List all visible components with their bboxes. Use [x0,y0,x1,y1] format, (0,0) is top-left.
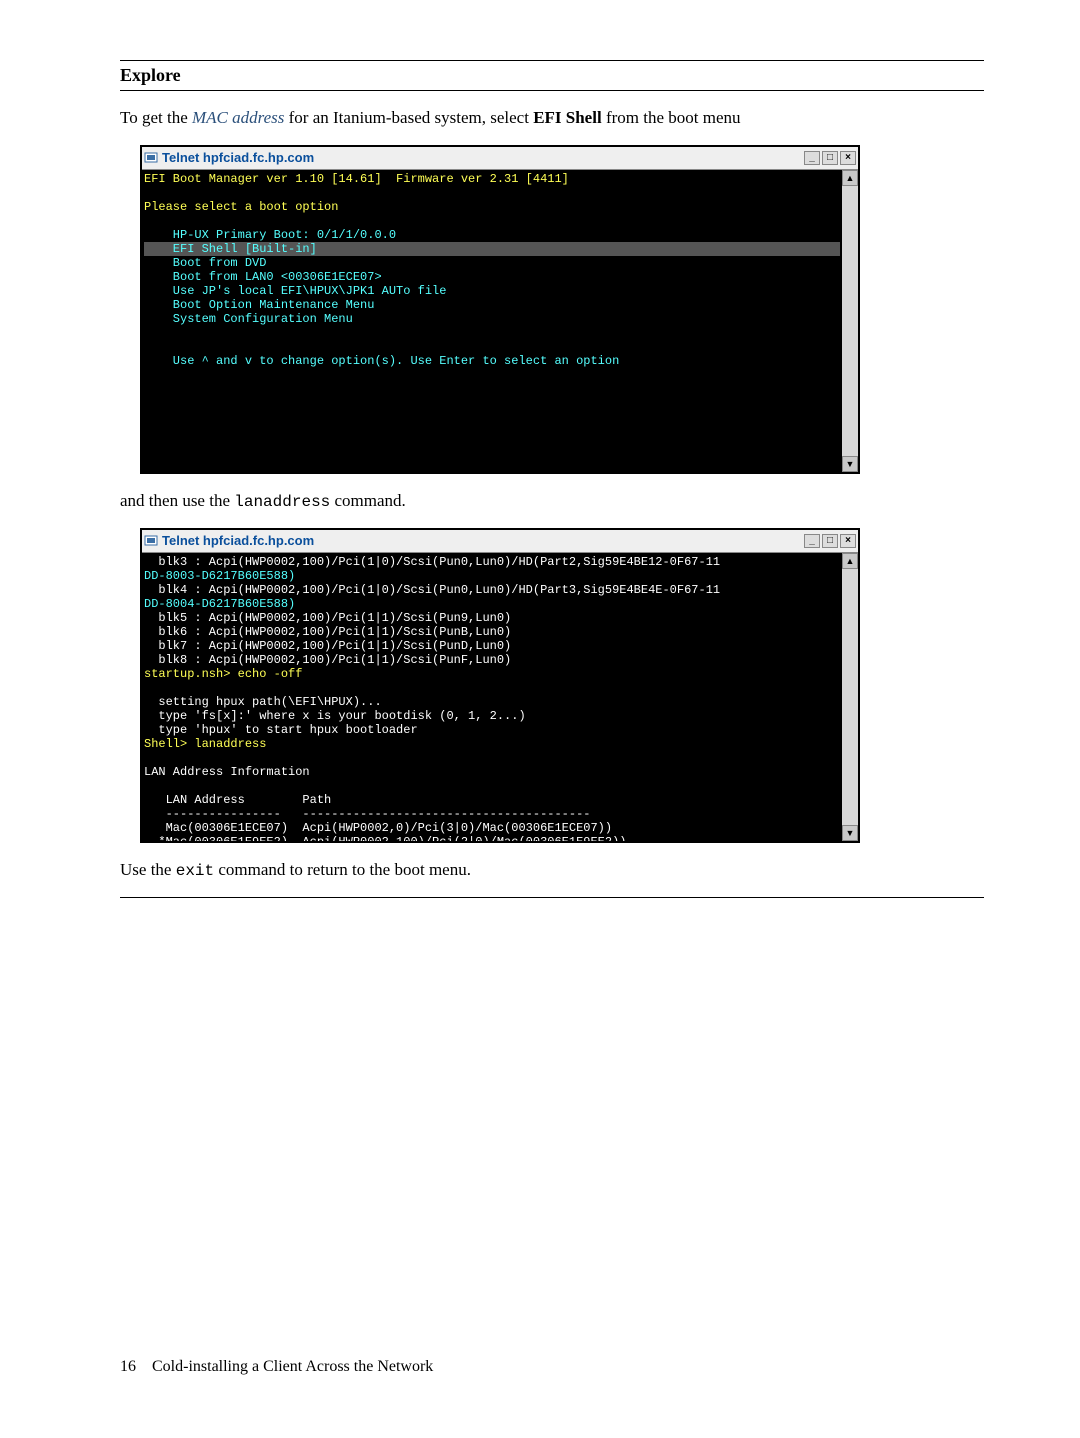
terminal-titlebar: Telnet hpfciad.fc.hp.com _ □ × [142,530,858,553]
terminal-window-2: Telnet hpfciad.fc.hp.com _ □ × blk3 : Ac… [140,528,860,843]
terminal-line: *Mac(00306E1E9EE2) Acpi(HWP0002,100)/Pci… [144,835,840,841]
terminal-line: DD-8004-D6217B60E588) [144,597,840,611]
terminal-window-1: Telnet hpfciad.fc.hp.com _ □ × EFI Boot … [140,145,860,474]
terminal-line [144,186,840,200]
window-buttons: _ □ × [804,151,856,165]
terminal-line: startup.nsh> echo -off [144,667,840,681]
terminal-line: setting hpux path(\EFI\HPUX)... [144,695,840,709]
scroll-down-button[interactable]: ▼ [842,825,858,841]
terminal-line: Boot from LAN0 <00306E1ECE07> [144,270,840,284]
terminal-title: Telnet hpfciad.fc.hp.com [162,533,804,548]
terminal-line: Mac(00306E1ECE07) Acpi(HWP0002,0)/Pci(3|… [144,821,840,835]
terminal-line: blk4 : Acpi(HWP0002,100)/Pci(1|0)/Scsi(P… [144,583,840,597]
closing-text: command to return to the boot menu. [214,860,471,879]
terminal-line: EFI Shell [Built-in] [144,242,840,256]
scrollbar[interactable]: ▲ ▼ [842,553,858,841]
closing-text: Use the [120,860,176,879]
terminal-line: blk3 : Acpi(HWP0002,100)/Pci(1|0)/Scsi(P… [144,555,840,569]
page-footer: 16 Cold-installing a Client Across the N… [120,1358,984,1376]
terminal-line: blk5 : Acpi(HWP0002,100)/Pci(1|1)/Scsi(P… [144,611,840,625]
maximize-button[interactable]: □ [822,534,838,548]
terminal-body: blk3 : Acpi(HWP0002,100)/Pci(1|0)/Scsi(P… [142,553,858,841]
terminal-line: blk7 : Acpi(HWP0002,100)/Pci(1|1)/Scsi(P… [144,639,840,653]
terminal-line: ---------------- -----------------------… [144,807,840,821]
middle-text: command. [330,491,406,510]
terminal-content: EFI Boot Manager ver 1.10 [14.61] Firmwa… [142,170,842,472]
terminal-line: type 'fs[x]:' where x is your bootdisk (… [144,709,840,723]
terminal-body: EFI Boot Manager ver 1.10 [14.61] Firmwa… [142,170,858,472]
intro-text: To get the [120,108,192,127]
scroll-up-button[interactable]: ▲ [842,170,858,186]
terminal-titlebar: Telnet hpfciad.fc.hp.com _ □ × [142,147,858,170]
code-lanaddress: lanaddress [234,493,330,511]
terminal-line: Use JP's local EFI\HPUX\JPK1 AUTo file [144,284,840,298]
section-heading: Explore [120,65,984,86]
scroll-track[interactable] [842,186,858,456]
scroll-track[interactable] [842,569,858,825]
terminal-line: blk8 : Acpi(HWP0002,100)/Pci(1|1)/Scsi(P… [144,653,840,667]
terminal-line [144,326,840,340]
scrollbar[interactable]: ▲ ▼ [842,170,858,472]
middle-paragraph: and then use the lanaddress command. [120,488,984,514]
footer-title: Cold-installing a Client Across the Netw… [152,1358,433,1375]
terminal-line [144,214,840,228]
terminal-line: HP-UX Primary Boot: 0/1/1/0.0.0 [144,228,840,242]
terminal-line: LAN Address Path [144,793,840,807]
closing-paragraph: Use the exit command to return to the bo… [120,857,984,883]
telnet-icon [144,534,158,548]
terminal-line [144,340,840,354]
terminal-line [144,779,840,793]
terminal-title: Telnet hpfciad.fc.hp.com [162,150,804,165]
minimize-button[interactable]: _ [804,151,820,165]
terminal-line: EFI Boot Manager ver 1.10 [14.61] Firmwa… [144,172,840,186]
maximize-button[interactable]: □ [822,151,838,165]
code-exit: exit [176,862,214,880]
section-rule [120,897,984,898]
terminal-content: blk3 : Acpi(HWP0002,100)/Pci(1|0)/Scsi(P… [142,553,842,841]
telnet-icon [144,151,158,165]
intro-text: from the boot menu [602,108,741,127]
section-rule [120,90,984,91]
section-rule [120,60,984,61]
terminal-line: DD-8003-D6217B60E588) [144,569,840,583]
minimize-button[interactable]: _ [804,534,820,548]
terminal-line: Shell> lanaddress [144,737,840,751]
terminal-line: Boot Option Maintenance Menu [144,298,840,312]
terminal-line: LAN Address Information [144,765,840,779]
terminal-line: type 'hpux' to start hpux bootloader [144,723,840,737]
terminal-line [144,681,840,695]
terminal-line: System Configuration Menu [144,312,840,326]
intro-bold: EFI Shell [533,108,602,127]
window-buttons: _ □ × [804,534,856,548]
close-button[interactable]: × [840,534,856,548]
middle-text: and then use the [120,491,234,510]
scroll-down-button[interactable]: ▼ [842,456,858,472]
page-content: Explore To get the MAC address for an It… [0,0,1080,1436]
terminal-line [144,751,840,765]
intro-paragraph: To get the MAC address for an Itanium-ba… [120,105,984,131]
page-number: 16 [120,1358,136,1375]
terminal-line: Boot from DVD [144,256,840,270]
terminal-line: Please select a boot option [144,200,840,214]
intro-text: for an Itanium-based system, select [284,108,533,127]
scroll-up-button[interactable]: ▲ [842,553,858,569]
terminal-line: Use ^ and v to change option(s). Use Ent… [144,354,840,368]
terminal-line: blk6 : Acpi(HWP0002,100)/Pci(1|1)/Scsi(P… [144,625,840,639]
mac-address-link[interactable]: MAC address [192,108,284,127]
close-button[interactable]: × [840,151,856,165]
